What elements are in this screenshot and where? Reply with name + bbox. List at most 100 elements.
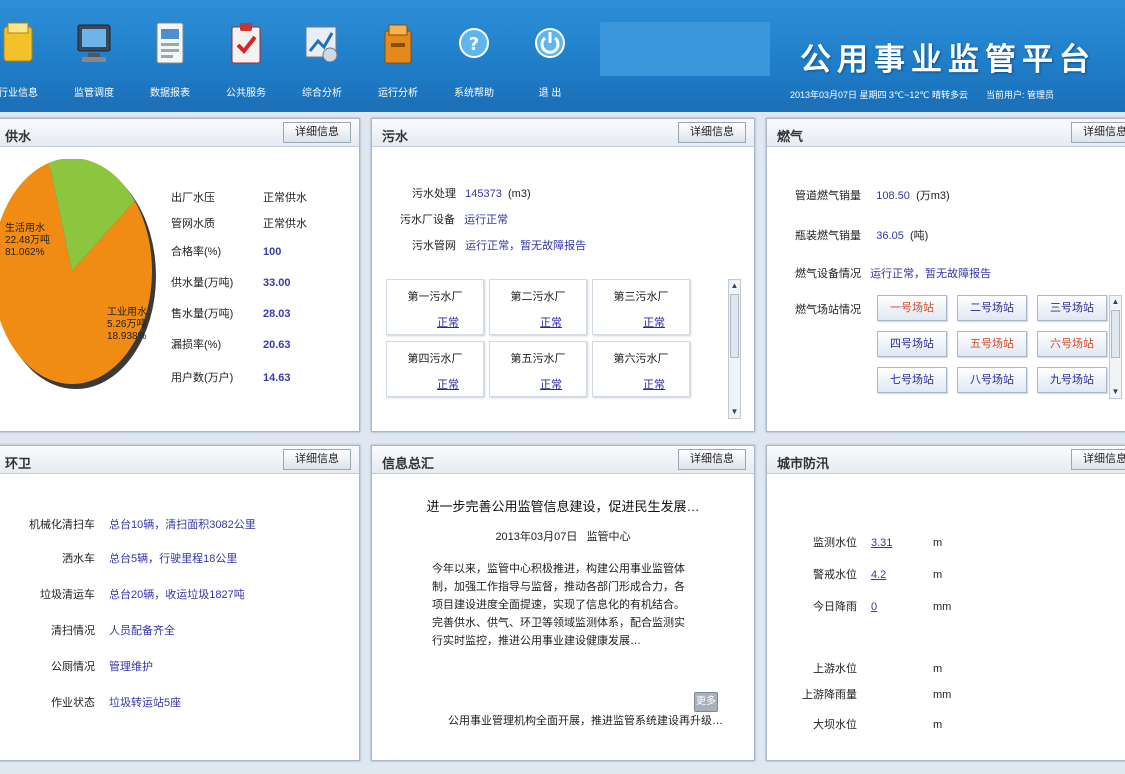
row-label: 警戒水位 bbox=[813, 569, 857, 581]
stat-value: 20.63 bbox=[263, 339, 291, 351]
news-footer-link[interactable]: 公用事业管理机构全面开展，推进监管系统建设再升级… bbox=[448, 712, 723, 728]
row-unit: m bbox=[933, 569, 943, 581]
header-search-area[interactable] bbox=[600, 22, 770, 76]
info-detail-button[interactable]: 详细信息 bbox=[678, 449, 746, 470]
plant-status[interactable]: 正常 bbox=[540, 314, 562, 330]
pie-label-domestic: 生活用水 22.48万吨 81.062% bbox=[5, 223, 51, 258]
row-unit: mm bbox=[933, 689, 952, 701]
toolbar-label: 数据报表 bbox=[150, 88, 190, 99]
toolbar-label: 系统帮助 bbox=[454, 88, 494, 99]
plant-status[interactable]: 正常 bbox=[643, 376, 665, 392]
scroll-down-icon[interactable]: ▼ bbox=[1110, 386, 1121, 398]
gas-station-button[interactable]: 一号场站 bbox=[877, 295, 947, 321]
news-body: 今年以来，监管中心积极推进，构建公用事业监管体制，加强工作指导与监督，推动各部门… bbox=[432, 563, 685, 647]
stat-label: 出厂水压 bbox=[171, 192, 215, 204]
toolbar-monitoring[interactable]: 监管调度 bbox=[56, 20, 132, 110]
row-label: 机械化清扫车 bbox=[29, 519, 95, 531]
sewage-row: 污水厂设备 运行正常 bbox=[400, 214, 509, 226]
plant-status[interactable]: 正常 bbox=[437, 376, 459, 392]
panel-gas: 燃气 详细信息 管道燃气销量 108.50 (万m3) 瓶装燃气销量 36.05… bbox=[766, 118, 1125, 432]
plant-card[interactable]: 第三污水厂正常 bbox=[592, 279, 690, 335]
row-value[interactable]: 人员配备齐全 bbox=[109, 625, 175, 637]
water-detail-button[interactable]: 详细信息 bbox=[283, 122, 351, 143]
plant-status[interactable]: 正常 bbox=[643, 314, 665, 330]
monitor-icon bbox=[74, 20, 114, 66]
scroll-up-icon[interactable]: ▲ bbox=[1110, 296, 1121, 308]
news-title[interactable]: 进一步完善公用监管信息建设，促进民生发展… bbox=[372, 496, 754, 515]
toolbar-public-service[interactable]: 公共服务 bbox=[208, 20, 284, 110]
toolbar-comprehensive-analysis[interactable]: 综合分析 bbox=[284, 20, 360, 110]
row-label: 大坝水位 bbox=[813, 719, 857, 731]
row-value[interactable]: 总台10辆，清扫面积3082公里 bbox=[109, 519, 256, 531]
water-stat-row: 供水量(万吨) 33.00 bbox=[171, 274, 291, 290]
panel-title: 污水 bbox=[382, 129, 409, 144]
row-value[interactable]: 垃圾转运站5座 bbox=[109, 697, 181, 709]
water-stat-row: 漏损率(%) 20.63 bbox=[171, 336, 291, 352]
gas-scrollbar[interactable]: ▲ ▼ bbox=[1109, 295, 1122, 399]
toolbar-label: 综合分析 bbox=[302, 88, 342, 99]
scroll-thumb[interactable] bbox=[1111, 310, 1120, 358]
row-label: 公厕情况 bbox=[51, 661, 95, 673]
toolbar-label: 运行分析 bbox=[378, 88, 418, 99]
plant-card[interactable]: 第四污水厂 正常 bbox=[386, 341, 484, 397]
scroll-thumb[interactable] bbox=[730, 294, 739, 358]
gas-station-button[interactable]: 四号场站 bbox=[877, 331, 947, 357]
plant-name: 第一污水厂 bbox=[407, 291, 463, 303]
gas-row: 燃气设备情况 运行正常，暂无故障报告 bbox=[795, 268, 992, 280]
scroll-down-icon[interactable]: ▼ bbox=[729, 406, 740, 418]
toolbar-industry-info[interactable]: 行业信息 bbox=[0, 20, 56, 110]
gas-station-button[interactable]: 五号场站 bbox=[957, 331, 1027, 357]
toolbar-exit[interactable]: 退 出 bbox=[512, 20, 588, 110]
flood-row: 上游降雨量 mm bbox=[783, 686, 951, 702]
stat-label: 漏损率(%) bbox=[171, 339, 222, 351]
flood-row: 今日降雨 0 mm bbox=[783, 598, 951, 614]
panel-header: 燃气 详细信息 bbox=[767, 119, 1125, 147]
row-unit: mm bbox=[933, 601, 952, 613]
pie-label-industrial: 工业用水 5.26万吨 18.938% bbox=[107, 307, 147, 342]
plant-status[interactable]: 正常 bbox=[540, 376, 562, 392]
stat-value: 14.63 bbox=[263, 372, 291, 384]
toolbar-label: 退 出 bbox=[538, 88, 562, 99]
flood-row: 大坝水位 m bbox=[783, 716, 942, 732]
gas-station-button[interactable]: 八号场站 bbox=[957, 367, 1027, 393]
row-value[interactable]: 总台20辆，收运垃圾1827吨 bbox=[109, 589, 245, 601]
panel-title: 燃气 bbox=[777, 129, 804, 144]
plant-status[interactable]: 正常 bbox=[437, 314, 459, 330]
status-user: 当前用户: 管理员 bbox=[986, 90, 1055, 100]
gas-station-button[interactable]: 九号场站 bbox=[1037, 367, 1107, 393]
gas-row: 管道燃气销量 108.50 (万m3) bbox=[795, 190, 950, 202]
gas-station-button[interactable]: 二号场站 bbox=[957, 295, 1027, 321]
scroll-up-icon[interactable]: ▲ bbox=[729, 280, 740, 292]
toolbar-operation-analysis[interactable]: 运行分析 bbox=[360, 20, 436, 110]
toolbar-data-report[interactable]: 数据报表 bbox=[132, 20, 208, 110]
plant-scrollbar[interactable]: ▲ ▼ bbox=[728, 279, 741, 419]
row-value[interactable]: 管理维护 bbox=[109, 661, 153, 673]
gas-detail-button[interactable]: 详细信息 bbox=[1071, 122, 1125, 143]
panel-title: 城市防汛 bbox=[777, 456, 830, 471]
sewage-detail-button[interactable]: 详细信息 bbox=[678, 122, 746, 143]
row-value: 4.2 bbox=[871, 569, 887, 581]
row-value[interactable]: 总台5辆，行驶里程18公里 bbox=[109, 553, 237, 565]
panel-header: 环卫 详细信息 bbox=[0, 446, 359, 474]
plant-name: 第三污水厂 bbox=[613, 291, 669, 303]
water-stat-row: 出厂水压 正常供水 bbox=[171, 189, 307, 205]
plant-card[interactable]: 第二污水厂 正常 bbox=[489, 279, 587, 335]
flood-detail-button[interactable]: 详细信息 bbox=[1071, 449, 1125, 470]
sanitation-detail-button[interactable]: 详细信息 bbox=[283, 449, 351, 470]
sanitation-row: 机械化清扫车 总台10辆，清扫面积3082公里 bbox=[5, 516, 256, 532]
folder-icon bbox=[0, 20, 38, 66]
stat-value: 正常供水 bbox=[263, 192, 307, 204]
flood-row: 警戒水位 4.2 m bbox=[783, 566, 942, 582]
plant-card[interactable]: 第六污水厂 正常 bbox=[592, 341, 690, 397]
row-label: 作业状态 bbox=[51, 697, 95, 709]
gas-station-button[interactable]: 七号场站 bbox=[877, 367, 947, 393]
toolbar-help[interactable]: ? 系统帮助 bbox=[436, 20, 512, 110]
plant-card[interactable]: 第五污水厂 正常 bbox=[489, 341, 587, 397]
stat-value: 33.00 bbox=[263, 277, 291, 289]
plant-card[interactable]: 第一污水厂正常 bbox=[386, 279, 484, 335]
report-icon bbox=[150, 20, 190, 66]
water-stat-row: 售水量(万吨) 28.03 bbox=[171, 305, 291, 321]
gas-station-button[interactable]: 六号场站 bbox=[1037, 331, 1107, 357]
gas-station-button[interactable]: 三号场站 bbox=[1037, 295, 1107, 321]
news-more-button[interactable]: 更多 bbox=[694, 692, 718, 712]
